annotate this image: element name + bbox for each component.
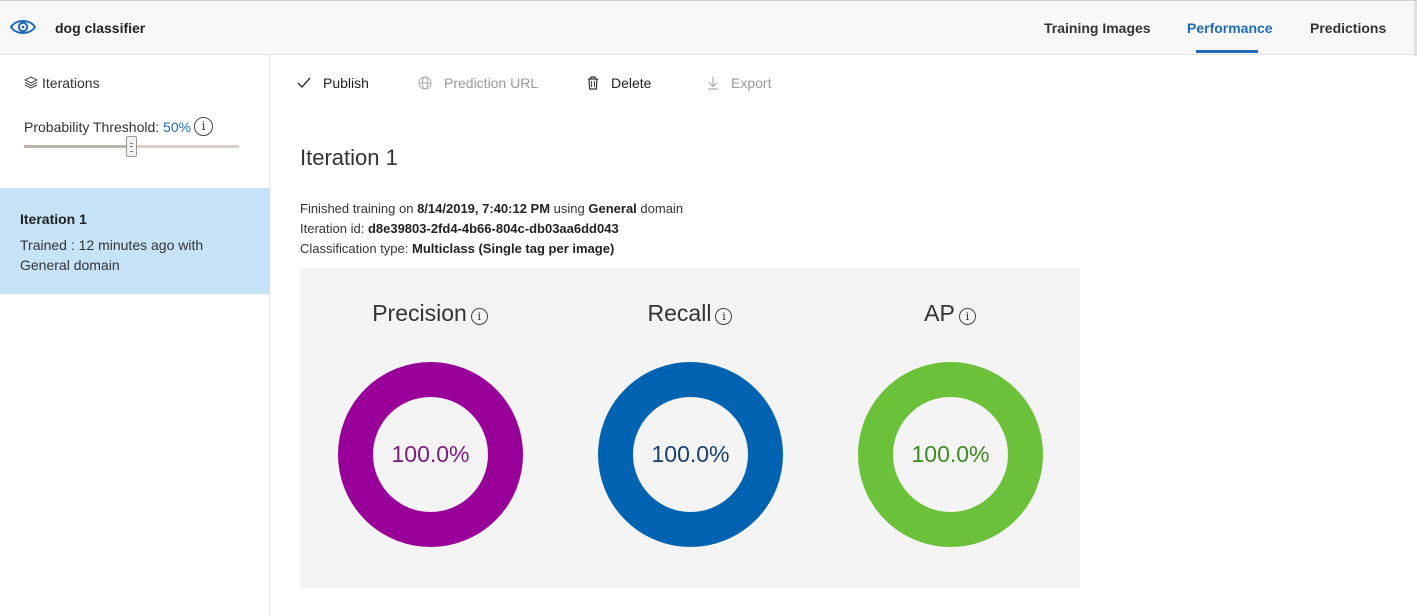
iterations-header: Iterations: [23, 75, 100, 91]
ap-label: AP: [924, 300, 955, 326]
info-icon[interactable]: i: [470, 308, 488, 325]
slider-fill: [24, 145, 132, 148]
export-button[interactable]: Export: [707, 75, 771, 91]
finished-suffix: domain: [636, 201, 684, 216]
probability-threshold-label: Probability Threshold: 50%: [24, 119, 191, 135]
delete-button[interactable]: Delete: [587, 75, 651, 91]
recall-label-row: Recall i: [560, 300, 820, 327]
info-icon[interactable]: i: [715, 308, 733, 325]
metrics-panel: Precision i 100.0% Recall i 100.0% AP i 100…: [300, 268, 1080, 589]
finished-prefix: Finished training on: [300, 201, 418, 216]
iteration-card-title: Iteration 1: [20, 211, 87, 227]
ap-metric: AP i 100.0%: [820, 268, 1080, 589]
project-name: dog classifier: [55, 20, 146, 36]
threshold-label-text: Probability Threshold:: [24, 119, 160, 135]
eye-icon[interactable]: [9, 15, 37, 39]
precision-label-row: Precision i: [300, 300, 560, 327]
tab-training-images[interactable]: Training Images: [1044, 20, 1151, 36]
tab-predictions[interactable]: Predictions: [1310, 20, 1386, 36]
page-title: Iteration 1: [300, 145, 398, 170]
info-icon[interactable]: i: [194, 117, 213, 136]
iteration-card-description: Trained : 12 minutes ago with General do…: [20, 237, 204, 273]
sidebar: Iterations Probability Threshold: 50% i …: [0, 55, 270, 615]
globe-icon: [418, 76, 432, 90]
classification-label: Classification type:: [300, 241, 412, 256]
classification-type-info: Classification type: Multiclass (Single …: [300, 241, 614, 256]
precision-value: 100.0%: [391, 441, 470, 467]
threshold-value: 50%: [163, 119, 192, 135]
publish-button[interactable]: Publish: [297, 75, 369, 91]
top-bar: dog classifier Training Images Performan…: [0, 0, 1417, 56]
check-icon: [297, 77, 311, 89]
iterations-label: Iterations: [42, 75, 100, 91]
download-icon: [708, 77, 718, 90]
precision-metric: Precision i 100.0%: [300, 268, 560, 589]
publish-label: Publish: [323, 75, 369, 91]
active-tab-indicator: [1196, 50, 1258, 53]
ap-value: 100.0%: [911, 441, 990, 467]
prediction-url-button[interactable]: Prediction URL: [418, 75, 538, 91]
training-finished-info: Finished training on 8/14/2019, 7:40:12 …: [300, 201, 683, 216]
export-label: Export: [731, 75, 772, 91]
precision-label: Precision: [372, 300, 467, 326]
prediction-url-label: Prediction URL: [444, 75, 539, 91]
recall-label: Recall: [647, 300, 712, 326]
recall-value: 100.0%: [651, 441, 730, 467]
threshold-slider[interactable]: [24, 136, 239, 157]
trash-icon: [588, 76, 598, 90]
slider-thumb[interactable]: [126, 136, 137, 157]
iteration-id: d8e39803-2fd4-4b66-804c-db03aa6dd043: [367, 221, 619, 236]
finished-date: 8/14/2019, 7:40:12 PM: [417, 201, 551, 216]
recall-metric: Recall i 100.0%: [560, 268, 820, 589]
iteration-id-info: Iteration id: d8e39803-2fd4-4b66-804c-db…: [300, 221, 619, 236]
delete-label: Delete: [611, 75, 652, 91]
info-icon[interactable]: i: [958, 308, 976, 325]
tab-performance[interactable]: Performance: [1187, 20, 1273, 36]
finished-domain: General: [588, 201, 637, 216]
iteration-card[interactable]: Iteration 1 Trained : 12 minutes ago wit…: [0, 188, 269, 294]
ap-label-row: AP i: [820, 300, 1080, 327]
layers-icon: [23, 76, 39, 89]
classification-value: Multiclass (Single tag per image): [412, 241, 615, 256]
iteration-id-label: Iteration id:: [300, 221, 368, 236]
finished-mid: using: [550, 201, 589, 216]
